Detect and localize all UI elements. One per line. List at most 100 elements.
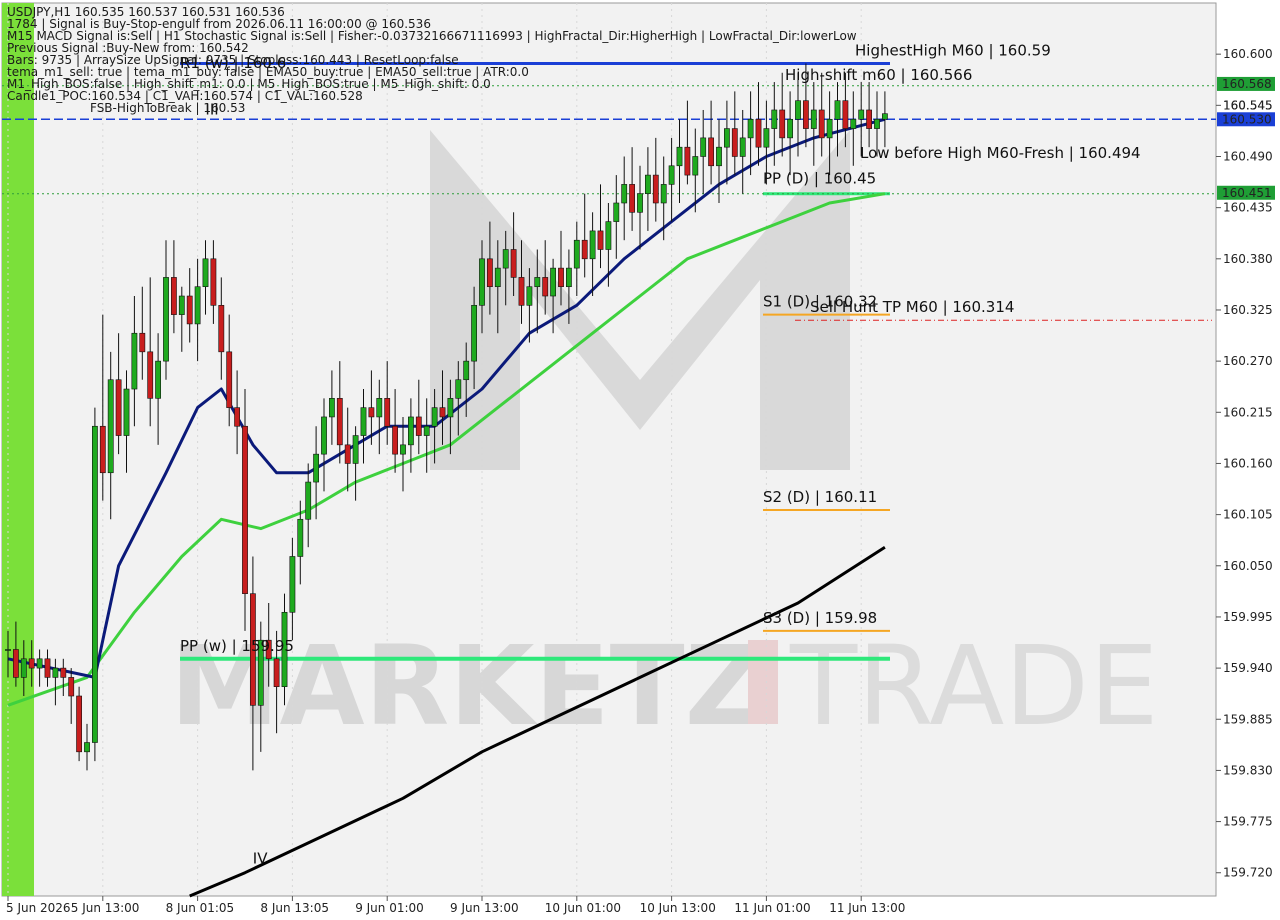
candle-body bbox=[13, 649, 19, 678]
y-tick-label: 160.435 bbox=[1223, 201, 1273, 215]
level-label: High-shift m60 | 160.566 bbox=[785, 66, 972, 84]
x-tick-label: 5 Jun 13:00 bbox=[71, 901, 140, 915]
price-tag-label: 160.451 bbox=[1222, 186, 1272, 200]
candle-body bbox=[226, 351, 233, 408]
y-tick-label: 159.885 bbox=[1223, 712, 1273, 726]
candle-body bbox=[131, 332, 138, 390]
candle-body bbox=[494, 267, 501, 288]
y-tick-label: 160.380 bbox=[1223, 252, 1273, 266]
candle-body bbox=[723, 128, 730, 148]
price-tag-label: 160.530 bbox=[1222, 112, 1272, 126]
candle-body bbox=[771, 109, 778, 129]
candle-body bbox=[526, 286, 533, 306]
x-tick-label: 11 Jun 01:00 bbox=[734, 901, 810, 915]
candle-body bbox=[313, 453, 319, 483]
candle-body bbox=[155, 360, 161, 399]
candle-body bbox=[597, 230, 604, 250]
candle-body bbox=[542, 277, 549, 297]
candle-body bbox=[881, 113, 888, 120]
candle-body bbox=[613, 202, 620, 222]
candle-body bbox=[92, 425, 98, 743]
y-tick-label: 160.490 bbox=[1223, 149, 1273, 163]
level-label: S3 (D) | 159.98 bbox=[763, 609, 877, 627]
candle-body bbox=[68, 677, 75, 697]
x-tick-label: 9 Jun 13:00 bbox=[450, 901, 519, 915]
candle-body bbox=[407, 416, 414, 446]
candle-body bbox=[115, 379, 122, 436]
candle-body bbox=[668, 165, 675, 185]
candle-body bbox=[763, 128, 770, 148]
candle-body bbox=[60, 667, 67, 678]
candle-body bbox=[139, 332, 146, 353]
y-tick-label: 160.160 bbox=[1223, 456, 1273, 470]
candle-body bbox=[684, 146, 691, 176]
plot-area bbox=[1, 2, 1217, 897]
candle-body bbox=[700, 137, 707, 157]
candle-body bbox=[384, 398, 391, 427]
level-label: S2 (D) | 160.11 bbox=[763, 488, 877, 506]
candle-body bbox=[431, 407, 438, 427]
y-tick-label: 159.775 bbox=[1223, 815, 1273, 829]
candle-body bbox=[123, 388, 130, 436]
price-chart[interactable]: MARKETZ TRADE HighestHigh M60 | 160.59Hi… bbox=[0, 0, 1280, 920]
candle-body bbox=[328, 398, 335, 418]
candle-body bbox=[44, 658, 51, 678]
level-label: Sell Hunt TP M60 | 160.314 bbox=[810, 298, 1014, 316]
candle-body bbox=[795, 100, 801, 120]
candle-body bbox=[447, 398, 454, 418]
candle-body bbox=[692, 156, 699, 176]
x-tick-label: 5 Jun 2026 bbox=[6, 901, 71, 915]
candle-body bbox=[171, 277, 177, 315]
candle-body bbox=[510, 249, 517, 278]
x-tick-label: 8 Jun 01:05 bbox=[166, 901, 235, 915]
candle-body bbox=[502, 249, 509, 269]
level-label: Low before High M60-Fresh | 160.494 bbox=[860, 144, 1141, 162]
y-tick-label: 159.720 bbox=[1223, 866, 1273, 880]
candle-body bbox=[573, 239, 580, 269]
candle-body bbox=[747, 118, 754, 139]
candle-body bbox=[463, 360, 470, 381]
candle-body bbox=[368, 407, 375, 418]
candle-body bbox=[202, 258, 209, 288]
candle-body bbox=[439, 407, 446, 418]
candle-body bbox=[352, 435, 359, 464]
y-tick-label: 160.325 bbox=[1223, 303, 1273, 317]
y-tick-label: 159.830 bbox=[1223, 763, 1273, 777]
candle-body bbox=[787, 118, 793, 139]
info-line: FSB-HighToBreak | 160.53 bbox=[90, 101, 245, 115]
candle-body bbox=[163, 277, 169, 362]
candle-body bbox=[810, 109, 817, 129]
candle-body bbox=[716, 146, 722, 167]
candle-body bbox=[76, 695, 82, 753]
candle-body bbox=[621, 184, 628, 204]
candle-body bbox=[423, 425, 430, 436]
candle-body bbox=[415, 416, 422, 436]
y-tick-label: 160.105 bbox=[1223, 508, 1273, 522]
candle-body bbox=[818, 109, 825, 139]
candle-body bbox=[5, 649, 11, 651]
candle-body bbox=[850, 118, 857, 129]
candle-body bbox=[660, 184, 667, 204]
candle-body bbox=[99, 425, 106, 474]
candle-body bbox=[802, 100, 809, 129]
candle-body bbox=[479, 258, 485, 306]
candle-body bbox=[321, 416, 327, 455]
session-sideband bbox=[2, 3, 34, 896]
candle-body bbox=[147, 351, 154, 399]
candle-body bbox=[534, 277, 541, 288]
candle-body bbox=[644, 174, 651, 194]
candle-body bbox=[558, 267, 564, 288]
candle-body bbox=[273, 658, 280, 688]
candle-body bbox=[565, 267, 572, 288]
svg-text:TRADE: TRADE bbox=[789, 622, 1159, 750]
candle-body bbox=[708, 137, 714, 167]
candle-body bbox=[874, 118, 880, 129]
y-tick-label: 160.270 bbox=[1223, 354, 1273, 368]
candle-body bbox=[400, 444, 406, 455]
y-tick-label: 160.215 bbox=[1223, 405, 1273, 419]
candle-body bbox=[28, 658, 35, 669]
candle bbox=[76, 686, 82, 762]
x-tick-label: 11 Jun 13:00 bbox=[829, 901, 905, 915]
level-label: HighestHigh M60 | 160.59 bbox=[855, 41, 1051, 59]
candle-body bbox=[755, 118, 762, 148]
